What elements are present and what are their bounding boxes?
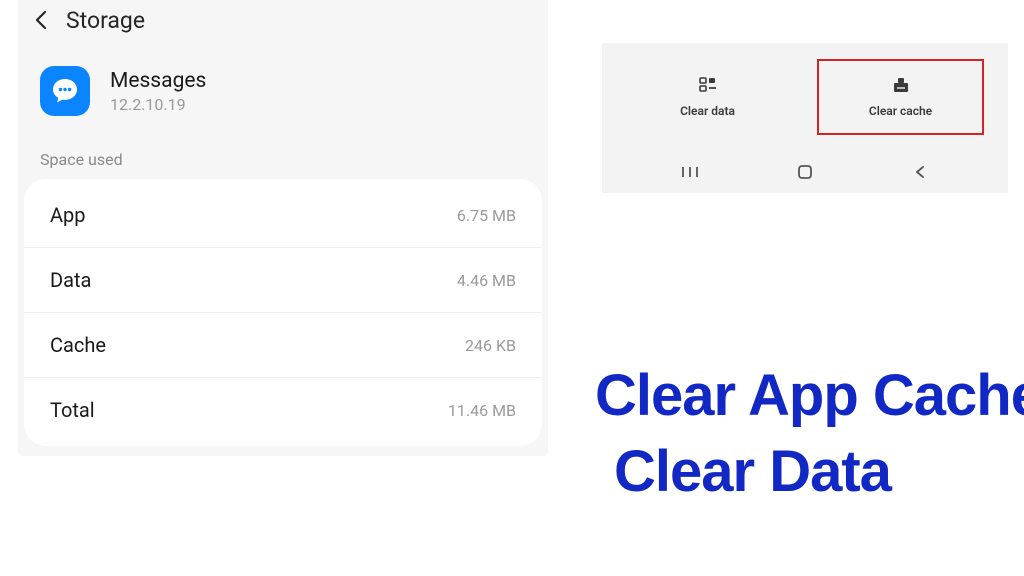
clear-cache-button[interactable]: Clear cache	[817, 59, 984, 135]
clear-data-button[interactable]: Clear data	[626, 59, 789, 135]
row-cache[interactable]: Cache 246 KB	[24, 313, 542, 378]
row-label: Cache	[50, 333, 106, 357]
section-label: Space used	[18, 144, 548, 179]
row-label: Total	[50, 398, 95, 422]
row-total: Total 11.46 MB	[24, 378, 542, 442]
row-value: 11.46 MB	[448, 401, 516, 420]
nav-bar	[602, 151, 1008, 193]
row-value: 246 KB	[465, 336, 516, 355]
row-label: Data	[50, 268, 91, 292]
messages-app-icon	[40, 66, 90, 116]
space-used-card: App 6.75 MB Data 4.46 MB Cache 246 KB To…	[24, 179, 542, 446]
storage-page: Storage Messages 12.2.10.19 Space used A…	[18, 0, 548, 456]
annotation-line-2: Clear Data	[614, 438, 891, 505]
home-icon[interactable]	[790, 157, 820, 187]
row-value: 6.75 MB	[457, 206, 516, 225]
row-label: App	[50, 203, 86, 227]
clear-cache-icon	[891, 76, 911, 98]
page-title: Storage	[66, 7, 145, 34]
app-info-block: Messages 12.2.10.19	[18, 48, 548, 144]
page-header: Storage	[18, 0, 548, 48]
recents-icon[interactable]	[675, 157, 705, 187]
clear-data-label: Clear data	[680, 104, 735, 118]
bottom-bar-snippet: Clear data Clear cache	[602, 43, 1008, 193]
clear-cache-label: Clear cache	[869, 104, 932, 118]
nav-back-icon[interactable]	[905, 157, 935, 187]
annotation-line-1: Clear App Cache	[595, 362, 1024, 429]
row-data[interactable]: Data 4.46 MB	[24, 248, 542, 313]
row-value: 4.46 MB	[457, 271, 516, 290]
row-app[interactable]: App 6.75 MB	[24, 183, 542, 248]
app-version: 12.2.10.19	[110, 95, 206, 114]
app-name: Messages	[110, 69, 206, 93]
clear-data-icon	[698, 76, 718, 98]
app-meta: Messages 12.2.10.19	[110, 69, 206, 114]
back-icon[interactable]	[28, 6, 56, 34]
action-row: Clear data Clear cache	[602, 43, 1008, 151]
